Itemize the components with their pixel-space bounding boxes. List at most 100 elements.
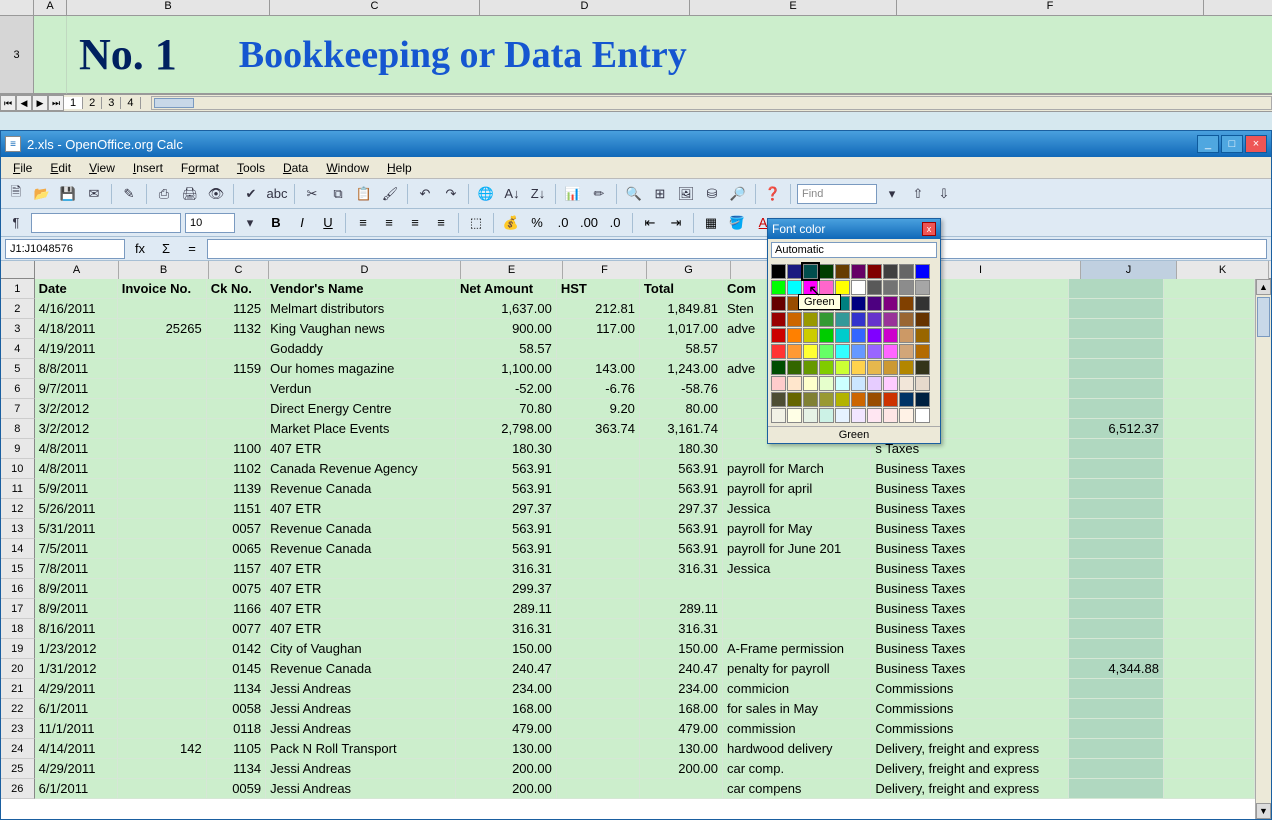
cell-C15[interactable]: 1157 bbox=[207, 559, 266, 579]
cell-F25[interactable] bbox=[557, 759, 640, 779]
color-swatch[interactable] bbox=[771, 376, 786, 391]
cell-I15[interactable]: Business Taxes bbox=[871, 559, 1069, 579]
cell-F26[interactable] bbox=[557, 779, 640, 799]
sheet-tab-4[interactable]: 4 bbox=[121, 97, 140, 109]
cell-E10[interactable]: 563.91 bbox=[456, 459, 557, 479]
sheet-tab-3[interactable]: 3 bbox=[102, 97, 121, 109]
cell-G5[interactable]: 1,243.00 bbox=[640, 359, 723, 379]
cell-I26[interactable]: Delivery, freight and express bbox=[871, 779, 1069, 799]
cell-I13[interactable]: Business Taxes bbox=[871, 519, 1069, 539]
cell-C9[interactable]: 1100 bbox=[207, 439, 266, 459]
cell-I17[interactable]: Business Taxes bbox=[871, 599, 1069, 619]
color-swatch[interactable] bbox=[771, 360, 786, 375]
color-swatch[interactable] bbox=[851, 280, 866, 295]
cell-D14[interactable]: Revenue Canada bbox=[266, 539, 456, 559]
cell-H14[interactable]: payroll for June 201 bbox=[723, 539, 871, 559]
gallery-icon[interactable]: 🖼 bbox=[675, 183, 697, 205]
cell-E26[interactable]: 200.00 bbox=[456, 779, 557, 799]
color-swatch[interactable] bbox=[883, 264, 898, 279]
cell-I25[interactable]: Delivery, freight and express bbox=[871, 759, 1069, 779]
color-swatch[interactable] bbox=[787, 312, 802, 327]
cell-B18[interactable] bbox=[118, 619, 207, 639]
row-header-18[interactable]: 18 bbox=[1, 619, 35, 639]
cell-C20[interactable]: 0145 bbox=[207, 659, 266, 679]
align-center-icon[interactable]: ≡ bbox=[378, 212, 400, 234]
find-input[interactable]: Find bbox=[797, 184, 877, 204]
maximize-button[interactable]: □ bbox=[1221, 135, 1243, 153]
cell-E22[interactable]: 168.00 bbox=[456, 699, 557, 719]
color-swatch[interactable] bbox=[819, 360, 834, 375]
bg-hscroll-thumb[interactable] bbox=[154, 98, 194, 108]
cell-J9[interactable] bbox=[1069, 439, 1164, 459]
cell-F10[interactable] bbox=[557, 459, 640, 479]
cell-E9[interactable]: 180.30 bbox=[456, 439, 557, 459]
row-header-14[interactable]: 14 bbox=[1, 539, 35, 559]
color-swatch[interactable] bbox=[835, 392, 850, 407]
cell-G26[interactable] bbox=[640, 779, 723, 799]
cell-C10[interactable]: 1102 bbox=[207, 459, 266, 479]
cell-G15[interactable]: 316.31 bbox=[640, 559, 723, 579]
cell-J23[interactable] bbox=[1069, 719, 1164, 739]
cell-B14[interactable] bbox=[118, 539, 207, 559]
cell-A11[interactable]: 5/9/2011 bbox=[35, 479, 118, 499]
cell-G23[interactable]: 479.00 bbox=[640, 719, 723, 739]
cell-I20[interactable]: Business Taxes bbox=[871, 659, 1069, 679]
menu-window[interactable]: Window bbox=[318, 159, 377, 177]
vscroll-up-icon[interactable]: ▲ bbox=[1256, 279, 1271, 295]
color-swatch[interactable] bbox=[883, 280, 898, 295]
underline-button[interactable]: U bbox=[317, 212, 339, 234]
color-swatch[interactable] bbox=[915, 280, 930, 295]
font-color-popup[interactable]: Font color x Automatic Green bbox=[767, 218, 941, 444]
color-swatch[interactable] bbox=[803, 376, 818, 391]
color-swatch[interactable] bbox=[803, 344, 818, 359]
cell-C14[interactable]: 0065 bbox=[207, 539, 266, 559]
color-swatch[interactable] bbox=[867, 328, 882, 343]
cell-H24[interactable]: hardwood delivery bbox=[723, 739, 871, 759]
col-header-E[interactable]: E bbox=[461, 261, 563, 279]
cell-A4[interactable]: 4/19/2011 bbox=[35, 339, 118, 359]
cell-E11[interactable]: 563.91 bbox=[456, 479, 557, 499]
cell-J25[interactable] bbox=[1069, 759, 1164, 779]
cell-H13[interactable]: payroll for May bbox=[723, 519, 871, 539]
color-swatch[interactable] bbox=[803, 280, 818, 295]
row-header-4[interactable]: 4 bbox=[1, 339, 35, 359]
cell-D2[interactable]: Melmart distributors bbox=[266, 299, 456, 319]
color-swatch[interactable] bbox=[851, 392, 866, 407]
cell-G12[interactable]: 297.37 bbox=[640, 499, 723, 519]
cell-G16[interactable] bbox=[640, 579, 723, 599]
color-swatch[interactable] bbox=[867, 280, 882, 295]
cell-E2[interactable]: 1,637.00 bbox=[456, 299, 557, 319]
cell-H11[interactable]: payroll for april bbox=[723, 479, 871, 499]
chart-icon[interactable]: 📊 bbox=[562, 183, 584, 205]
font-size-input[interactable]: 10 bbox=[185, 213, 235, 233]
cell-A18[interactable]: 8/16/2011 bbox=[35, 619, 118, 639]
color-swatch[interactable] bbox=[867, 376, 882, 391]
cell-G19[interactable]: 150.00 bbox=[640, 639, 723, 659]
cell-D23[interactable]: Jessi Andreas bbox=[266, 719, 456, 739]
menu-format[interactable]: Format bbox=[173, 159, 227, 177]
cell-J1[interactable] bbox=[1069, 279, 1164, 299]
cell-K23[interactable] bbox=[1164, 719, 1255, 739]
cell-G17[interactable]: 289.11 bbox=[640, 599, 723, 619]
cell-I19[interactable]: Business Taxes bbox=[871, 639, 1069, 659]
row-header-11[interactable]: 11 bbox=[1, 479, 35, 499]
cell-J26[interactable] bbox=[1069, 779, 1164, 799]
row-header-10[interactable]: 10 bbox=[1, 459, 35, 479]
cell-C24[interactable]: 1105 bbox=[207, 739, 266, 759]
color-swatch[interactable] bbox=[867, 408, 882, 423]
cell-D25[interactable]: Jessi Andreas bbox=[266, 759, 456, 779]
cell-K3[interactable] bbox=[1164, 319, 1255, 339]
cell-A6[interactable]: 9/7/2011 bbox=[35, 379, 118, 399]
new-doc-icon[interactable]: 🗎 bbox=[5, 183, 27, 205]
open-icon[interactable]: 📂 bbox=[31, 183, 53, 205]
color-swatch[interactable] bbox=[803, 328, 818, 343]
cell-D10[interactable]: Canada Revenue Agency bbox=[266, 459, 456, 479]
color-swatch[interactable] bbox=[787, 360, 802, 375]
color-swatch[interactable] bbox=[867, 296, 882, 311]
borders-icon[interactable]: ▦ bbox=[700, 212, 722, 234]
cell-K18[interactable] bbox=[1164, 619, 1255, 639]
color-swatch[interactable] bbox=[835, 328, 850, 343]
cell-C12[interactable]: 1151 bbox=[207, 499, 266, 519]
color-swatch[interactable] bbox=[915, 264, 930, 279]
menu-help[interactable]: Help bbox=[379, 159, 420, 177]
